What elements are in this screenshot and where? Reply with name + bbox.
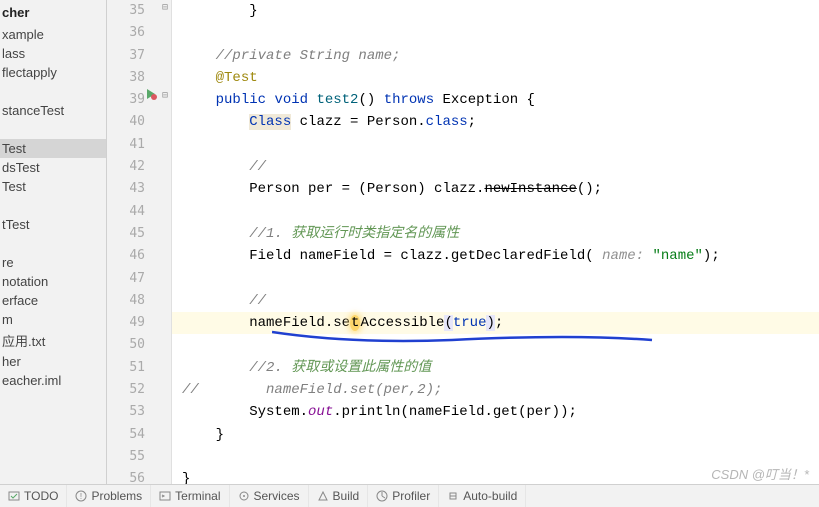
code-line[interactable] xyxy=(172,201,819,223)
run-icon[interactable] xyxy=(145,88,157,100)
line-number[interactable]: 37 xyxy=(107,45,171,67)
line-number[interactable]: 48 xyxy=(107,290,171,312)
code-line[interactable]: // xyxy=(172,156,819,178)
bottom-tab-auto-build[interactable]: Auto-build xyxy=(439,485,526,507)
line-number[interactable]: 38 xyxy=(107,67,171,89)
line-number[interactable]: 40 xyxy=(107,111,171,133)
services-icon xyxy=(238,490,250,502)
code-line[interactable]: Class clazz = Person.class; xyxy=(172,111,819,133)
code-line[interactable] xyxy=(172,22,819,44)
line-gutter[interactable]: ⊟ ⊟ 353637383940414243444546474849505152… xyxy=(107,0,172,484)
watermark: CSDN @叮当！* xyxy=(711,464,809,483)
line-number[interactable]: 55 xyxy=(107,446,171,468)
line-number[interactable]: 53 xyxy=(107,401,171,423)
bottom-tab-terminal[interactable]: Terminal xyxy=(151,485,229,507)
bottom-tab-label: Auto-build xyxy=(463,489,517,503)
bottom-tab-build[interactable]: Build xyxy=(309,485,369,507)
code-editor[interactable]: } //private String name; @Test public vo… xyxy=(172,0,819,484)
sidebar-item[interactable]: tTest xyxy=(0,215,106,234)
code-line[interactable]: Field nameField = clazz.getDeclaredField… xyxy=(172,245,819,267)
line-number[interactable]: 52 xyxy=(107,379,171,401)
sidebar-item[interactable]: stanceTest xyxy=(0,101,106,120)
bottom-tab-problems[interactable]: ! Problems xyxy=(67,485,151,507)
code-line[interactable]: } xyxy=(172,0,819,22)
main-container: cher xamplelassflectapply stanceTest Tes… xyxy=(0,0,819,484)
sidebar-item[interactable]: lass xyxy=(0,44,106,63)
line-number[interactable]: 43 xyxy=(107,178,171,200)
bottom-tab-todo[interactable]: TODO xyxy=(0,485,67,507)
line-number[interactable]: 44 xyxy=(107,201,171,223)
sidebar-item[interactable]: her xyxy=(0,352,106,371)
sidebar-item[interactable] xyxy=(0,234,106,253)
build-icon xyxy=(317,490,329,502)
svg-text:!: ! xyxy=(80,492,82,501)
problems-icon: ! xyxy=(75,490,87,502)
sidebar-item[interactable]: dsTest xyxy=(0,158,106,177)
code-line[interactable]: // nameField.set(per,2); xyxy=(172,379,819,401)
code-line[interactable] xyxy=(172,134,819,156)
profiler-icon xyxy=(376,490,388,502)
code-line[interactable]: // xyxy=(172,290,819,312)
sidebar-item[interactable]: Test xyxy=(0,139,106,158)
code-line[interactable]: } xyxy=(172,424,819,446)
sidebar-item[interactable]: xample xyxy=(0,25,106,44)
terminal-icon xyxy=(159,490,171,502)
project-sidebar[interactable]: cher xamplelassflectapply stanceTest Tes… xyxy=(0,0,107,484)
fold-icon[interactable]: ⊟ xyxy=(162,90,168,101)
bottom-tool-bar: TODO! Problems Terminal Services Build Profil… xyxy=(0,484,819,507)
line-number[interactable]: 51 xyxy=(107,357,171,379)
sidebar-item[interactable]: Test xyxy=(0,177,106,196)
code-line[interactable]: Person per = (Person) clazz.newInstance(… xyxy=(172,178,819,200)
code-line[interactable]: //1. 获取运行时类指定名的属性 xyxy=(172,223,819,245)
code-line[interactable]: @Test xyxy=(172,67,819,89)
bottom-tab-profiler[interactable]: Profiler xyxy=(368,485,439,507)
line-number[interactable]: 45 xyxy=(107,223,171,245)
code-line[interactable]: //private String name; xyxy=(172,45,819,67)
todo-icon xyxy=(8,490,20,502)
sidebar-item[interactable]: notation xyxy=(0,272,106,291)
bottom-tab-label: Build xyxy=(333,489,360,503)
line-number[interactable]: 47 xyxy=(107,268,171,290)
code-line[interactable]: //2. 获取或设置此属性的值 xyxy=(172,357,819,379)
sidebar-item[interactable]: flectapply xyxy=(0,63,106,82)
bottom-tab-label: Services xyxy=(254,489,300,503)
sidebar-item[interactable] xyxy=(0,82,106,101)
sidebar-items: xamplelassflectapply stanceTest TestdsTe… xyxy=(0,25,106,390)
autobuild-icon xyxy=(447,490,459,502)
code-line[interactable] xyxy=(172,268,819,290)
sidebar-item[interactable]: 应用.txt xyxy=(0,329,106,352)
code-line[interactable]: System.out.println(nameField.get(per)); xyxy=(172,401,819,423)
bottom-tab-label: Terminal xyxy=(175,489,220,503)
sidebar-item[interactable]: erface xyxy=(0,291,106,310)
bottom-tab-services[interactable]: Services xyxy=(230,485,309,507)
line-number[interactable]: 41 xyxy=(107,134,171,156)
line-number[interactable]: 50 xyxy=(107,334,171,356)
sidebar-item[interactable] xyxy=(0,196,106,215)
bottom-tab-label: Problems xyxy=(91,489,142,503)
code-line[interactable] xyxy=(172,334,819,356)
line-number[interactable]: 46 xyxy=(107,245,171,267)
sidebar-item[interactable] xyxy=(0,120,106,139)
line-number[interactable]: 54 xyxy=(107,424,171,446)
sidebar-item[interactable]: re xyxy=(0,253,106,272)
bottom-tab-label: Profiler xyxy=(392,489,430,503)
line-number[interactable]: 36 xyxy=(107,22,171,44)
code-line[interactable]: public void test2() throws Exception { xyxy=(172,89,819,111)
sidebar-item[interactable]: eacher.iml xyxy=(0,371,106,390)
fold-icon[interactable]: ⊟ xyxy=(162,2,168,13)
code-line[interactable]: nameField.setAccessible(true); xyxy=(172,312,819,334)
bottom-tab-label: TODO xyxy=(24,489,58,503)
sidebar-item[interactable]: m xyxy=(0,310,106,329)
line-number[interactable]: 42 xyxy=(107,156,171,178)
sidebar-header: cher xyxy=(0,0,106,25)
line-number[interactable]: 49 xyxy=(107,312,171,334)
